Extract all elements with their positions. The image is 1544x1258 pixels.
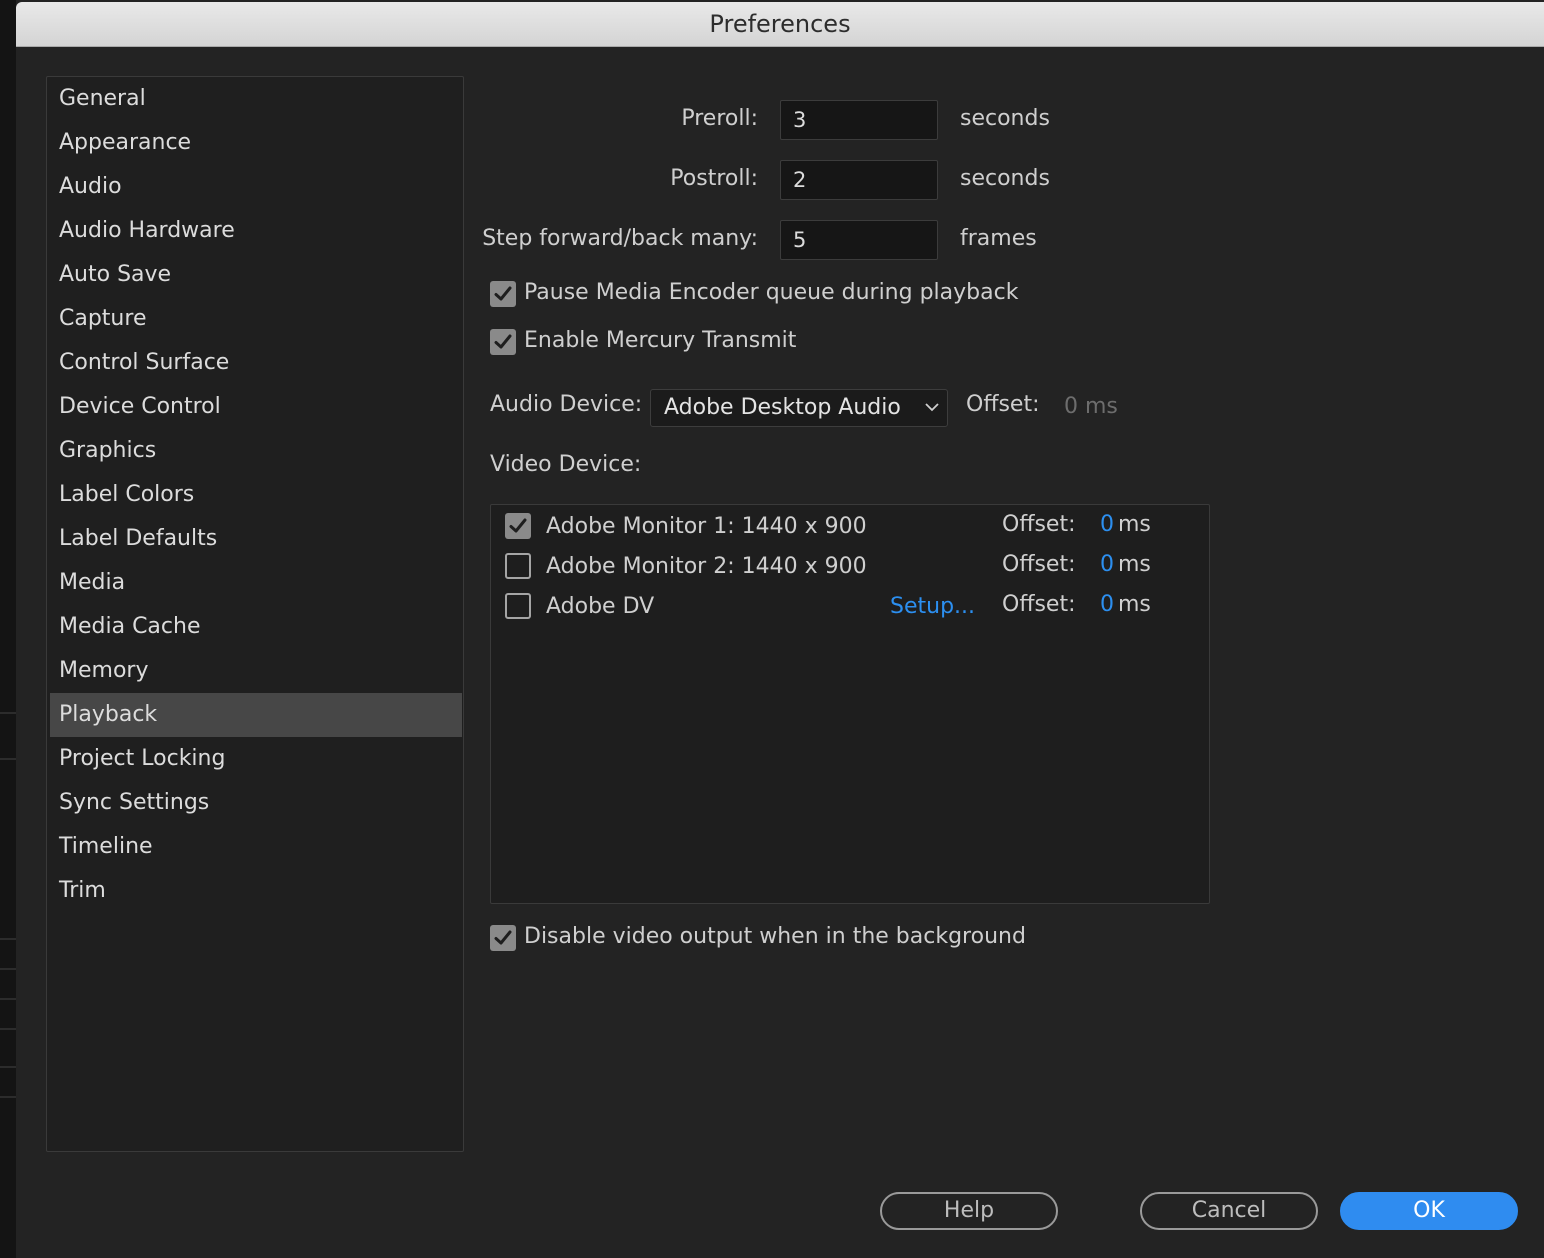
video-device-name: Adobe Monitor 1: 1440 x 900 [546,514,867,539]
background-divider [0,968,16,970]
video-offset-label: Offset: [1002,592,1076,617]
preferences-sidebar: General Appearance Audio Audio Hardware … [46,76,464,1152]
ok-button[interactable]: OK [1340,1192,1518,1230]
video-device-checkbox-adobe-dv[interactable] [505,593,531,619]
sidebar-item-trim[interactable]: Trim [50,869,462,913]
step-frames-label: Step forward/back many: [482,226,758,251]
step-frames-input[interactable]: 5 [780,220,938,260]
sidebar-item-appearance[interactable]: Appearance [50,121,462,165]
window-title: Preferences [709,10,851,38]
background-divider [0,758,16,760]
sidebar-item-sync-settings[interactable]: Sync Settings [50,781,462,825]
audio-offset-value: 0 ms [1064,394,1118,419]
sidebar-item-audio-hardware[interactable]: Audio Hardware [50,209,462,253]
sidebar-item-playback[interactable]: Playback [50,693,462,737]
sidebar-item-device-control[interactable]: Device Control [50,385,462,429]
audio-device-select[interactable]: Adobe Desktop Audio [650,389,948,427]
background-divider [0,1028,16,1030]
mercury-transmit-checkbox[interactable] [490,329,516,355]
video-offset-label: Offset: [1002,512,1076,537]
video-offset-value[interactable]: 0 [1100,552,1114,577]
audio-offset-label: Offset: [966,392,1040,417]
background-divider [0,998,16,1000]
preferences-dialog: Preferences General Appearance Audio Aud… [16,0,1544,1258]
checkmark-icon [494,286,512,301]
sidebar-item-general[interactable]: General [50,77,462,121]
video-offset-value[interactable]: 0 [1100,512,1114,537]
audio-device-value: Adobe Desktop Audio [664,395,901,420]
background-divider [0,1096,16,1098]
checkmark-icon [494,930,512,945]
sidebar-item-graphics[interactable]: Graphics [50,429,462,473]
sidebar-item-media[interactable]: Media [50,561,462,605]
sidebar-item-timeline[interactable]: Timeline [50,825,462,869]
pause-encoder-checkbox[interactable] [490,281,516,307]
postroll-unit: seconds [960,166,1050,191]
background-divider [0,712,16,714]
sidebar-item-memory[interactable]: Memory [50,649,462,693]
pause-encoder-label[interactable]: Pause Media Encoder queue during playbac… [524,280,1018,305]
video-offset-value[interactable]: 0 [1100,592,1114,617]
video-device-name: Adobe Monitor 2: 1440 x 900 [546,554,867,579]
video-offset-unit: ms [1118,592,1151,617]
title-bar[interactable]: Preferences [16,2,1544,47]
sidebar-item-audio[interactable]: Audio [50,165,462,209]
audio-device-label: Audio Device: [490,392,643,417]
video-offset-unit: ms [1118,512,1151,537]
preroll-unit: seconds [960,106,1050,131]
preroll-label: Preroll: [681,106,758,131]
checkmark-icon [494,334,512,349]
sidebar-item-media-cache[interactable]: Media Cache [50,605,462,649]
mercury-transmit-label[interactable]: Enable Mercury Transmit [524,328,796,353]
cancel-button[interactable]: Cancel [1140,1192,1318,1230]
video-device-checkbox-monitor-2[interactable] [505,553,531,579]
background-divider [0,938,16,940]
preroll-input[interactable]: 3 [780,100,938,140]
video-device-checkbox-monitor-1[interactable] [505,513,531,539]
video-device-name: Adobe DV [546,594,655,619]
step-frames-unit: frames [960,226,1037,251]
sidebar-item-capture[interactable]: Capture [50,297,462,341]
postroll-label: Postroll: [670,166,758,191]
sidebar-item-label-defaults[interactable]: Label Defaults [50,517,462,561]
sidebar-item-label-colors[interactable]: Label Colors [50,473,462,517]
video-offset-unit: ms [1118,552,1151,577]
video-offset-label: Offset: [1002,552,1076,577]
chevron-down-icon [925,403,939,412]
background-app-edge [0,0,16,1258]
postroll-input[interactable]: 2 [780,160,938,200]
sidebar-item-auto-save[interactable]: Auto Save [50,253,462,297]
background-divider [0,1066,16,1068]
setup-link[interactable]: Setup... [890,594,975,619]
help-button[interactable]: Help [880,1192,1058,1230]
disable-background-checkbox[interactable] [490,925,516,951]
sidebar-item-project-locking[interactable]: Project Locking [50,737,462,781]
checkmark-icon [509,518,527,533]
video-device-label: Video Device: [490,452,642,477]
sidebar-item-control-surface[interactable]: Control Surface [50,341,462,385]
disable-background-label[interactable]: Disable video output when in the backgro… [524,924,1026,949]
